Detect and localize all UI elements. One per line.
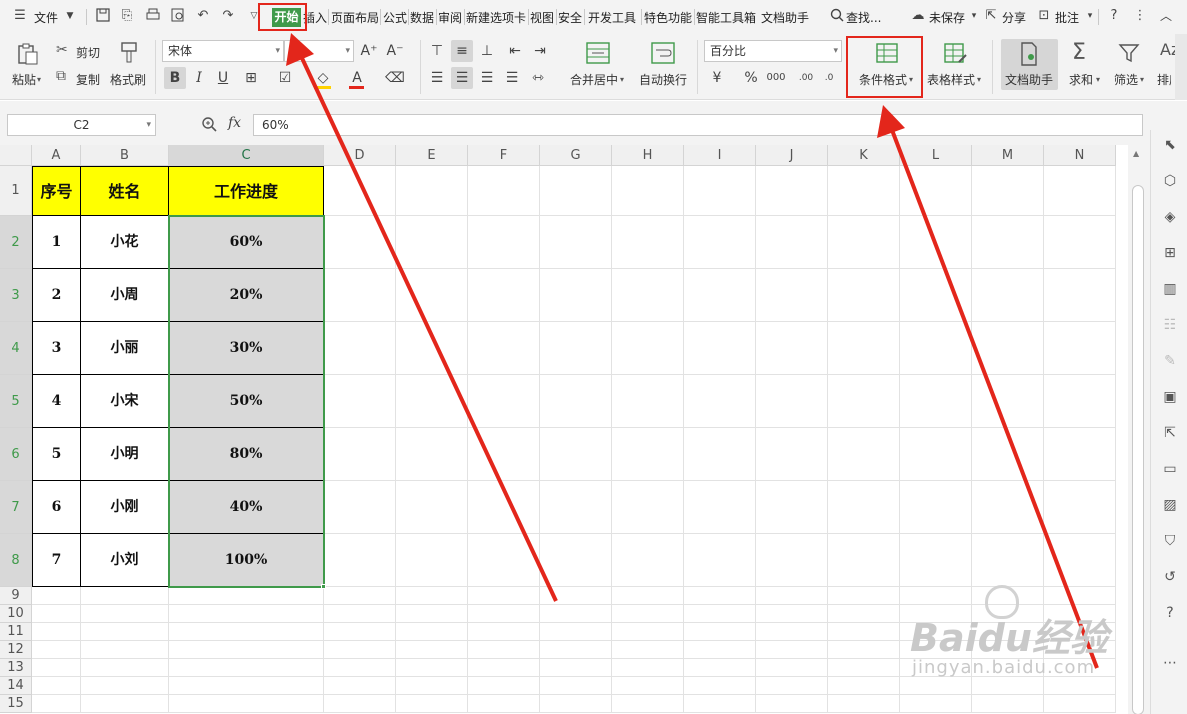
arrowhead-conditional-format	[877, 105, 905, 138]
watermark-brand: Baidu经验	[910, 616, 1108, 660]
watermark-url: jingyan.baidu.com	[912, 657, 1096, 678]
watermark: Baidu经验 jingyan.baidu.com	[910, 585, 1130, 685]
arrowhead-start-tab	[286, 33, 314, 66]
arrow-to-start-tab	[299, 55, 558, 602]
spreadsheet-app: ☰ 文件 ▼ ⎘ ↶ ↷ ▽ 开始 插入 页面布局 公式 数据 审阅 新建选项卡…	[0, 0, 1187, 714]
